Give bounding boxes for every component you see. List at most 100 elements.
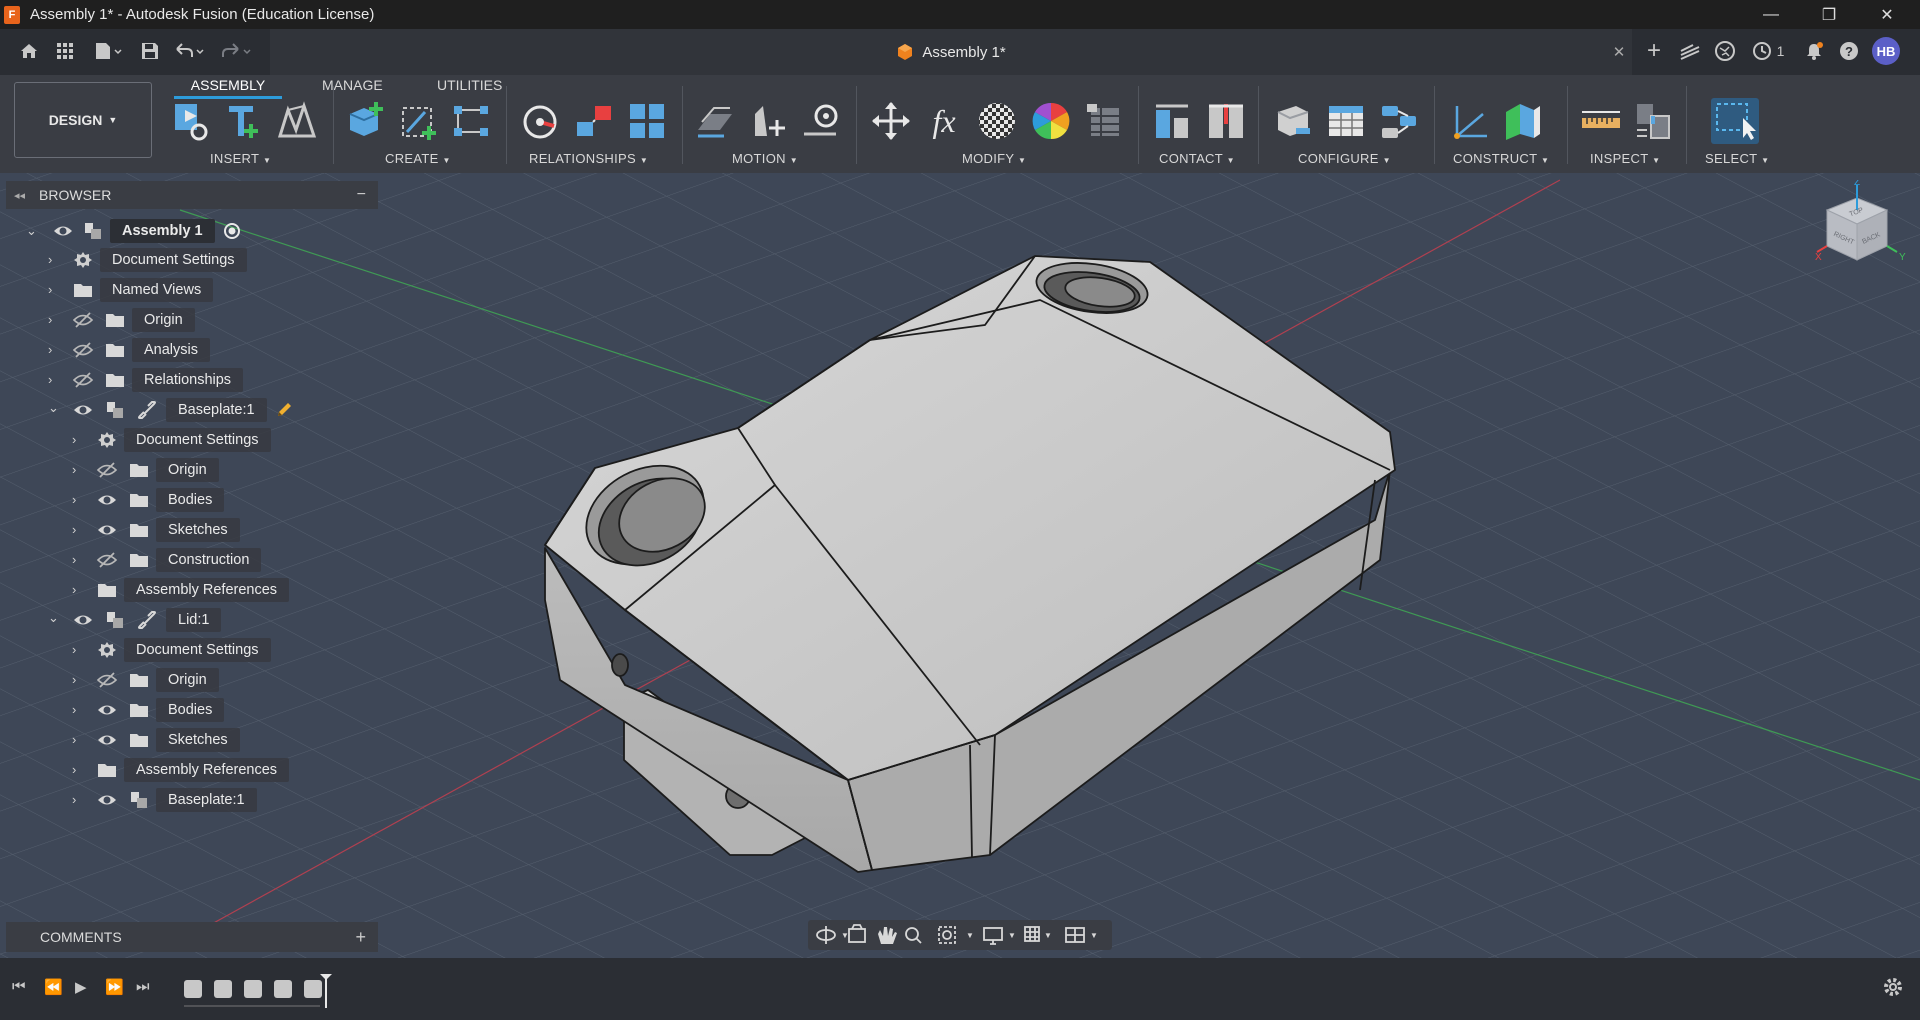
orbit-icon[interactable] [816, 926, 836, 944]
group-configure[interactable]: CONFIGURE ▼ [1298, 151, 1391, 166]
eye-icon[interactable] [96, 490, 118, 510]
eye-hidden-icon[interactable] [72, 340, 94, 360]
manage-materials-icon[interactable] [1083, 100, 1125, 142]
file-menu-button[interactable] [90, 38, 126, 64]
document-tab[interactable]: Assembly 1* [270, 29, 1632, 75]
tree-row[interactable]: › Assembly References [72, 577, 290, 603]
restore-button[interactable]: ❐ [1806, 0, 1852, 29]
group-modify[interactable]: MODIFY ▼ [962, 151, 1026, 166]
eye-hidden-icon[interactable] [72, 310, 94, 330]
tree-row[interactable]: ⌄ Baseplate:1 [48, 397, 293, 423]
data-panel-button[interactable] [52, 38, 78, 64]
pan-icon[interactable] [878, 927, 897, 944]
as-built-joint-icon[interactable] [573, 100, 615, 142]
grid-settings-icon[interactable] [1024, 926, 1040, 942]
chevron-down-icon[interactable]: ⌄ [48, 611, 60, 624]
timeline-settings-button[interactable] [1882, 976, 1904, 1002]
insert-derive-icon[interactable] [171, 100, 213, 142]
collapse-browser-icon[interactable]: ◂◂ [14, 189, 25, 202]
step-back-button[interactable]: ⏪ [44, 978, 63, 996]
tree-row[interactable]: › Bodies [72, 697, 225, 723]
chevron-right-icon[interactable]: › [72, 673, 84, 686]
tree-row[interactable]: › Relationships [48, 367, 244, 393]
eye-icon[interactable] [96, 520, 118, 540]
eye-icon[interactable] [96, 790, 118, 810]
chevron-down-icon[interactable]: ⌄ [48, 401, 60, 414]
home-button[interactable] [16, 38, 42, 64]
new-contact-set-icon[interactable] [1205, 100, 1247, 142]
timeline-feature-icon[interactable] [184, 980, 202, 998]
tree-row[interactable]: › Analysis [48, 337, 210, 363]
interference-icon[interactable] [1633, 100, 1675, 142]
chevron-right-icon[interactable]: › [48, 253, 60, 266]
tree-row[interactable]: › Document Settings [48, 247, 247, 273]
group-select[interactable]: SELECT ▼ [1705, 151, 1769, 166]
go-to-start-button[interactable]: ⏮ [12, 978, 26, 995]
timeline-feature-icon[interactable] [274, 980, 292, 998]
chevron-right-icon[interactable]: › [48, 283, 60, 296]
browser-header[interactable]: ◂◂ BROWSER − [6, 181, 378, 209]
configuration-table-icon[interactable] [1325, 100, 1367, 142]
close-window-button[interactable]: ✕ [1864, 0, 1910, 29]
new-component-icon[interactable] [344, 100, 386, 142]
step-forward-button[interactable]: ⏩ [105, 978, 124, 996]
help-button[interactable]: ? [1836, 38, 1862, 64]
eye-icon[interactable] [96, 700, 118, 720]
tree-row[interactable]: › Origin [48, 307, 195, 333]
tree-row[interactable]: › Origin [72, 667, 219, 693]
measure-icon[interactable] [1580, 100, 1622, 142]
construct-plane-icon[interactable] [1502, 100, 1544, 142]
eye-hidden-icon[interactable] [96, 670, 118, 690]
chevron-right-icon[interactable]: › [48, 343, 60, 356]
rigid-group-icon[interactable] [626, 100, 668, 142]
add-comment-icon[interactable]: + [355, 927, 366, 948]
chevron-down-icon[interactable]: ▼ [841, 931, 849, 940]
configure-design-icon[interactable] [1272, 100, 1314, 142]
chevron-right-icon[interactable]: › [72, 583, 84, 596]
eye-hidden-icon[interactable] [96, 550, 118, 570]
eye-icon[interactable] [72, 610, 94, 630]
timeline-features[interactable] [180, 972, 340, 1012]
move-copy-icon[interactable] [870, 100, 912, 142]
tree-row[interactable]: ⌄ Lid:1 [48, 607, 222, 633]
minimize-button[interactable]: — [1748, 0, 1794, 29]
new-tab-button[interactable]: + [1641, 37, 1667, 64]
tree-row[interactable]: › Document Settings [72, 637, 271, 663]
chevron-right-icon[interactable]: › [48, 313, 60, 326]
tree-root-row[interactable]: ⌄ Assembly 1 [26, 218, 241, 244]
motion-study-icon[interactable] [800, 100, 842, 142]
configuration-rules-icon[interactable] [1378, 100, 1420, 142]
chevron-down-icon[interactable]: ▼ [1044, 931, 1052, 940]
comments-panel[interactable]: COMMENTS + [6, 922, 378, 952]
group-motion[interactable]: MOTION ▼ [732, 151, 798, 166]
chevron-right-icon[interactable]: › [72, 733, 84, 746]
tree-row[interactable]: › Named Views [48, 277, 214, 303]
create-sketch-icon[interactable] [397, 100, 439, 142]
chevron-down-icon[interactable]: ▼ [1090, 931, 1098, 940]
eye-icon[interactable] [52, 221, 74, 241]
motion-link-icon[interactable] [694, 100, 736, 142]
tree-row[interactable]: › Bodies [72, 487, 225, 513]
physical-material-icon[interactable] [1030, 100, 1072, 142]
group-create[interactable]: CREATE ▼ [385, 151, 451, 166]
tree-row[interactable]: › Baseplate:1 [72, 787, 257, 813]
notifications-button[interactable] [1801, 38, 1827, 64]
chevron-right-icon[interactable]: › [72, 643, 84, 656]
group-inspect[interactable]: INSPECT ▼ [1590, 151, 1660, 166]
activate-radio-icon[interactable] [223, 222, 241, 240]
joint-icon[interactable] [520, 100, 562, 142]
tab-assembly[interactable]: ASSEMBLY [174, 74, 282, 99]
eye-icon[interactable] [72, 400, 94, 420]
eye-hidden-icon[interactable] [72, 370, 94, 390]
display-settings-icon[interactable] [983, 927, 1003, 945]
appearance-icon[interactable] [976, 100, 1018, 142]
select-tool-button[interactable] [1711, 98, 1759, 144]
group-relationships[interactable]: RELATIONSHIPS ▼ [529, 151, 648, 166]
save-button[interactable] [137, 38, 163, 64]
viewports-icon[interactable] [1065, 927, 1085, 943]
zoom-icon[interactable] [905, 927, 922, 944]
chevron-right-icon[interactable]: › [72, 433, 84, 446]
chevron-right-icon[interactable]: › [72, 493, 84, 506]
chevron-right-icon[interactable]: › [72, 793, 84, 806]
timeline-feature-icon[interactable] [244, 980, 262, 998]
